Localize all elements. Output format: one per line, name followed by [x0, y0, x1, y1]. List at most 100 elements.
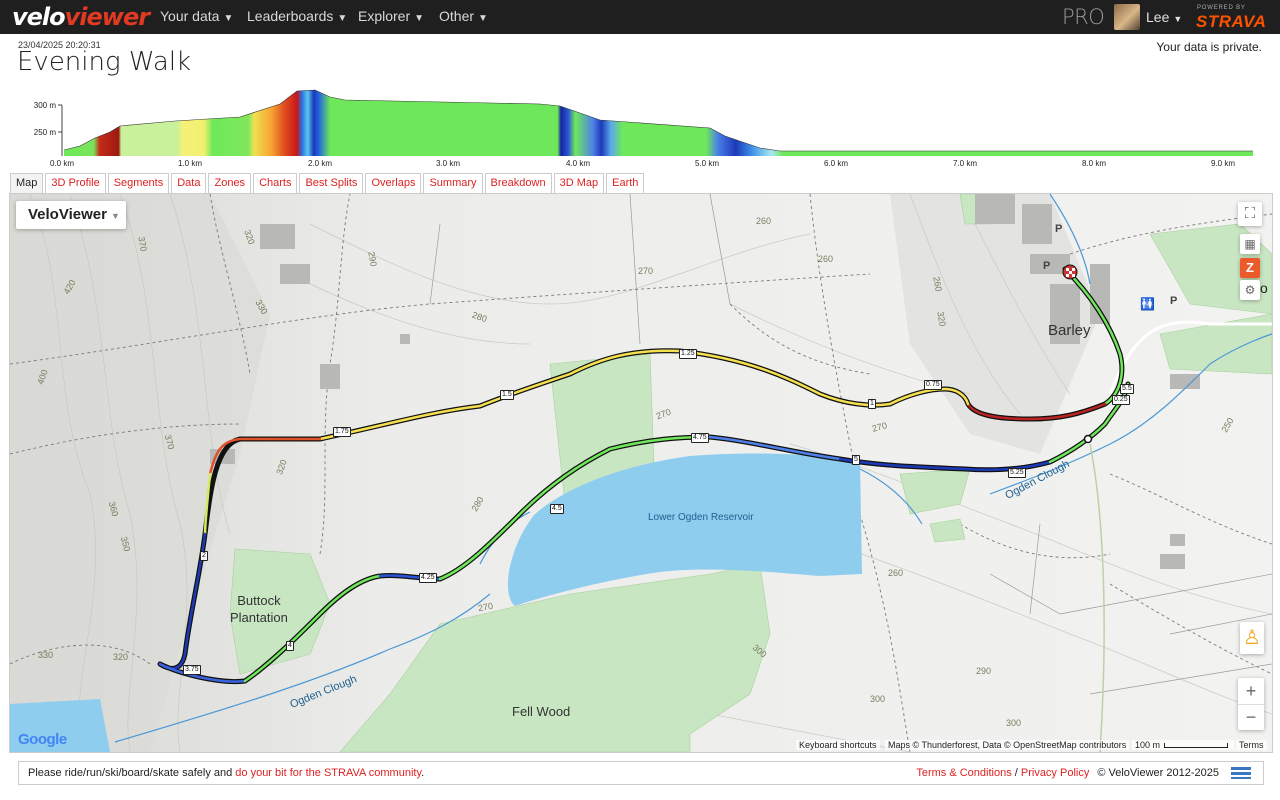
- contour-label: 420: [61, 277, 78, 297]
- nav-your-data[interactable]: Your data ▼: [160, 8, 233, 24]
- pegman-icon: ♙: [1243, 627, 1261, 649]
- scale-line: [1164, 743, 1229, 749]
- zwift-icon: Z: [1246, 260, 1254, 275]
- view-tabs: Map 3D Profile Segments Data Zones Chart…: [10, 173, 646, 193]
- contour-label: 280: [469, 494, 486, 514]
- elev-x-label: 2.0 km: [308, 159, 332, 168]
- tab-best-splits[interactable]: Best Splits: [299, 173, 364, 193]
- tab-breakdown[interactable]: Breakdown: [484, 173, 552, 193]
- contour-label: 280: [470, 309, 489, 325]
- tab-3d-profile[interactable]: 3D Profile: [45, 173, 106, 193]
- terms-conditions-link[interactable]: Terms & Conditions: [916, 767, 1011, 779]
- km-marker: 5.25: [1008, 468, 1026, 478]
- elev-x-label: 6.0 km: [824, 159, 848, 168]
- elev-x-axis: 0.0 km 1.0 km 2.0 km 3.0 km 4.0 km 5.0 k…: [50, 159, 1235, 168]
- tab-data[interactable]: Data: [171, 173, 207, 193]
- contour-label: 270: [654, 406, 673, 422]
- contour-label: 400: [35, 368, 50, 386]
- caret-down-icon: ▼: [223, 13, 234, 24]
- map-layer-label: VeloViewer: [28, 206, 107, 223]
- strava-logo[interactable]: STRAVA: [1196, 12, 1266, 32]
- km-marker: 4.25: [419, 573, 437, 583]
- fullscreen-button[interactable]: ⛶: [1238, 202, 1262, 226]
- powered-by-label: POWERED BY: [1197, 5, 1246, 11]
- nav-leaderboards[interactable]: Leaderboards ▼: [247, 8, 347, 24]
- strava-community-link[interactable]: do your bit for the STRAVA community: [235, 767, 421, 779]
- copyright: © VeloViewer 2012-2025: [1097, 767, 1219, 779]
- contour-label: 320: [274, 458, 289, 476]
- tab-earth[interactable]: Earth: [606, 173, 645, 193]
- zwift-button[interactable]: Z: [1240, 258, 1260, 278]
- terms-link[interactable]: Terms: [1236, 740, 1267, 750]
- contour-label: 260: [818, 254, 834, 264]
- km-marker: 1.25: [679, 349, 697, 359]
- activity-title: Evening Walk: [17, 47, 192, 77]
- zoom-out-button[interactable]: −: [1238, 704, 1264, 731]
- zoom-in-button[interactable]: +: [1238, 678, 1264, 704]
- caret-down-icon: ▼: [337, 13, 348, 24]
- route-map[interactable]: P P P 🚻 370 320 290 270 260 260 280 270 …: [9, 193, 1273, 753]
- veloviewer-logo[interactable]: veloviewer: [12, 3, 150, 31]
- scale-label: 100 m: [1135, 740, 1161, 750]
- footer-message: Please ride/run/ski/board/skate safely a…: [28, 762, 424, 784]
- elev-x-label: 9.0 km: [1211, 159, 1235, 168]
- km-marker: 4.5: [550, 504, 564, 514]
- avatar[interactable]: [1114, 4, 1140, 30]
- footer-text-end: .: [421, 767, 425, 779]
- elev-x-label: 4.0 km: [566, 159, 590, 168]
- km-marker: 4.75: [691, 433, 709, 443]
- tab-3d-map[interactable]: 3D Map: [553, 173, 605, 193]
- place-buttock-plantation: Buttock Plantation: [230, 593, 288, 625]
- user-menu[interactable]: Lee ▼: [1146, 9, 1182, 25]
- elev-x-label: 5.0 km: [695, 159, 719, 168]
- contour-label: 360: [106, 500, 121, 518]
- tab-map[interactable]: Map: [10, 173, 44, 193]
- place-barley: Barley: [1048, 322, 1091, 339]
- caret-down-icon: ▼: [1173, 14, 1183, 24]
- contour-label: 330: [38, 650, 54, 660]
- nav-your-data-label: Your data: [160, 8, 220, 24]
- map-attribution: Maps © Thunderforest, Data © OpenStreetM…: [885, 740, 1130, 750]
- tab-summary[interactable]: Summary: [423, 173, 483, 193]
- nav-explorer-label: Explorer: [358, 8, 411, 24]
- language-flag-icon[interactable]: [1231, 767, 1251, 779]
- zoom-control: + −: [1238, 678, 1264, 730]
- grid-button[interactable]: ▦: [1240, 234, 1260, 254]
- contour-label: 290: [366, 250, 379, 268]
- elev-x-label: 1.0 km: [178, 159, 202, 168]
- logo-viewer: viewer: [64, 3, 150, 31]
- footer-links: Terms & Conditions / Privacy Policy © Vel…: [916, 762, 1219, 784]
- km-marker: 2: [200, 551, 208, 561]
- tab-charts[interactable]: Charts: [253, 173, 298, 193]
- footer-text: Please ride/run/ski/board/skate safely a…: [28, 767, 236, 779]
- contour-label: 300: [750, 642, 769, 660]
- contour-label: 260: [888, 568, 904, 578]
- caret-down-icon: ▼: [110, 211, 120, 221]
- map-layer-select[interactable]: VeloViewer ▼: [16, 201, 126, 229]
- contour-label: 270: [638, 266, 654, 276]
- km-marker: 5.5: [1120, 384, 1134, 394]
- elevation-profile[interactable]: 300 m 250 m 0.0 km 1.0 km 2.0 km 3.0 km …: [0, 84, 1280, 174]
- contour-label: 260: [931, 275, 944, 293]
- grid-icon: ▦: [1244, 237, 1256, 251]
- contour-label: 370: [136, 235, 149, 253]
- nav-explorer[interactable]: Explorer ▼: [358, 8, 424, 24]
- contour-label: 320: [242, 228, 257, 246]
- pegman-button[interactable]: ♙: [1240, 622, 1264, 654]
- tab-segments[interactable]: Segments: [107, 173, 170, 193]
- keyboard-shortcuts-link[interactable]: Keyboard shortcuts: [796, 740, 880, 750]
- km-marker: 4: [286, 641, 294, 651]
- nav-other-label: Other: [439, 8, 475, 24]
- privacy-policy-link[interactable]: Privacy Policy: [1021, 767, 1089, 779]
- settings-button[interactable]: ⚙: [1240, 280, 1260, 300]
- gear-icon: ⚙: [1244, 283, 1256, 297]
- tab-overlaps[interactable]: Overlaps: [365, 173, 422, 193]
- km-marker: 3.75: [183, 665, 201, 675]
- user-name: Lee: [1146, 9, 1170, 25]
- logo-velo: velo: [12, 3, 66, 31]
- tab-zones[interactable]: Zones: [208, 173, 252, 193]
- place-fell-wood: Fell Wood: [512, 704, 571, 719]
- km-marker: 0.25: [1112, 395, 1130, 405]
- contour-label: 370: [162, 433, 177, 451]
- nav-other[interactable]: Other ▼: [439, 8, 488, 24]
